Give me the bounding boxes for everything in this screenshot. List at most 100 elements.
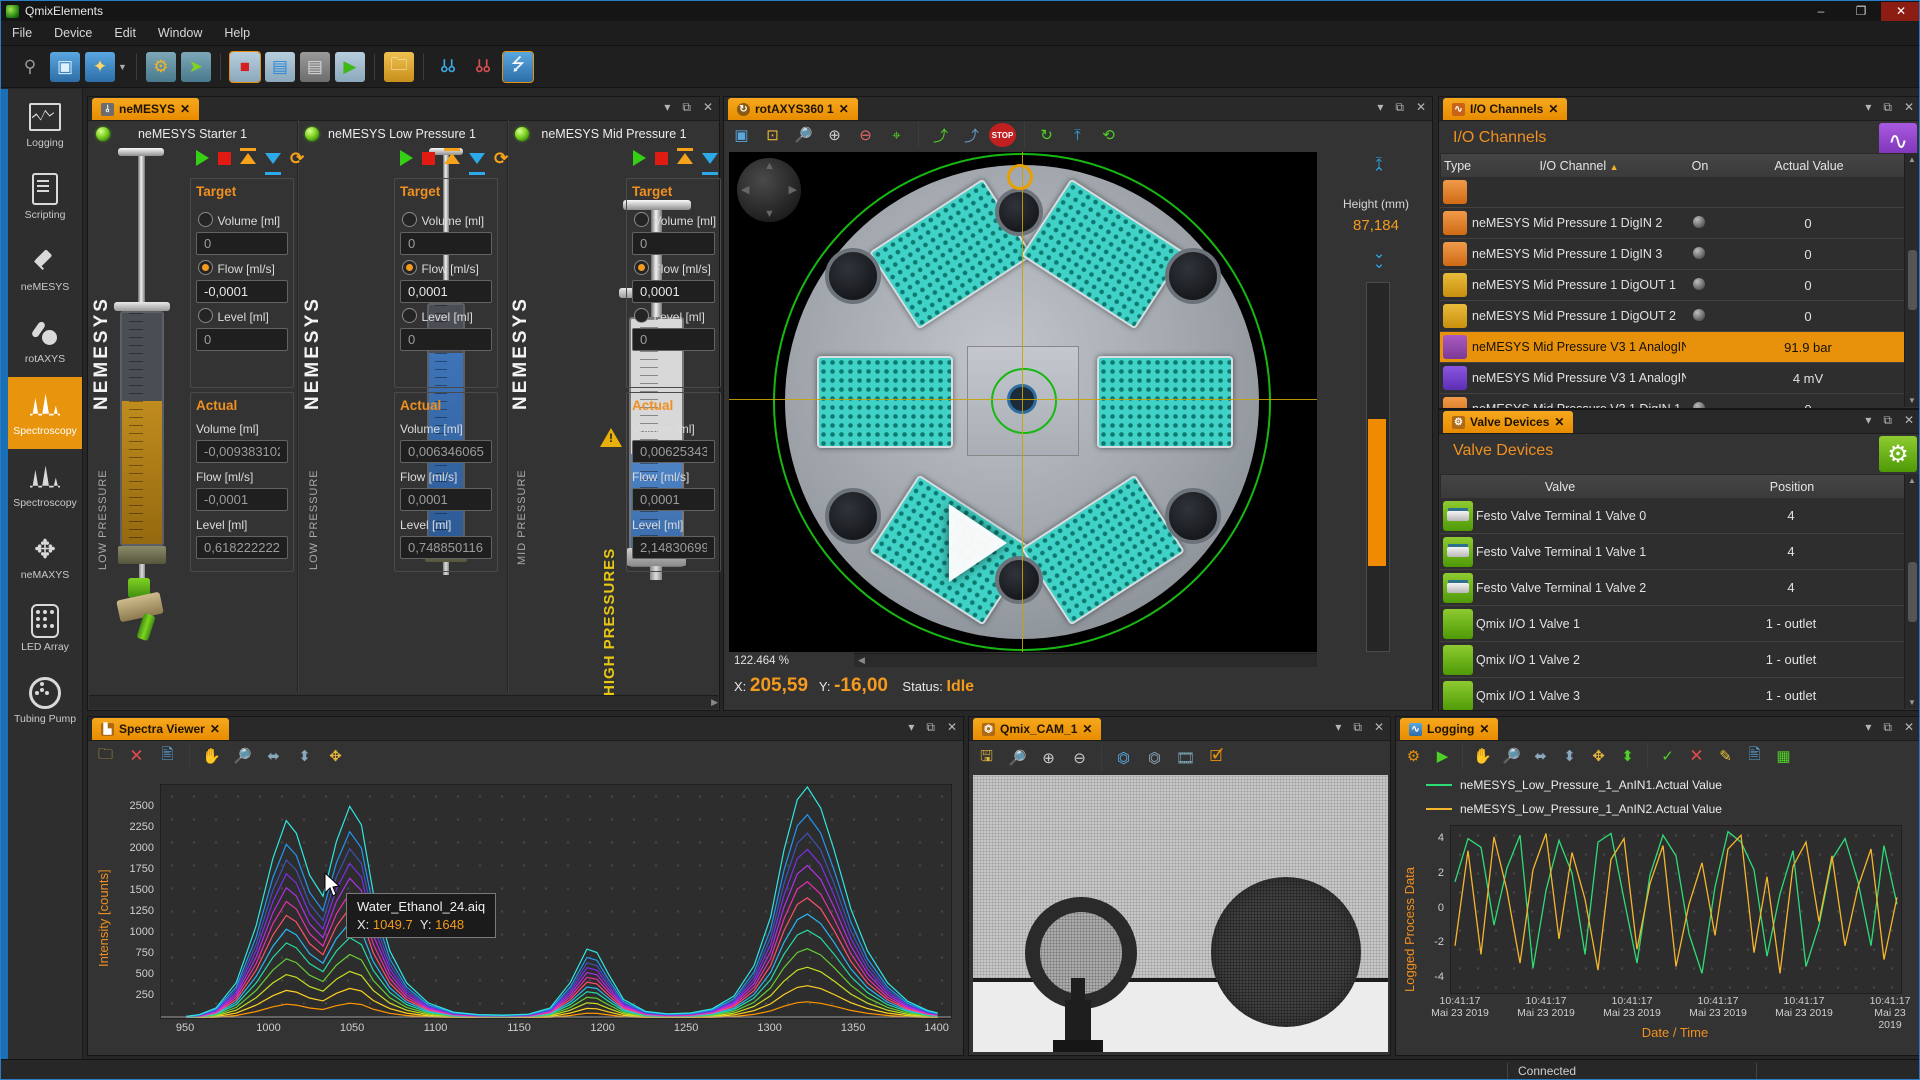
target-volume-radio[interactable]: Volume [ml] — [198, 212, 280, 230]
sidebar-item-spectroscopy-1[interactable]: Spectroscopy — [8, 377, 82, 449]
script-export-icon[interactable]: ➤ — [181, 52, 211, 82]
zoom-in-icon[interactable]: ⊕ — [821, 123, 848, 147]
col-type[interactable]: Type — [1441, 159, 1471, 173]
chevron-down-icon[interactable]: ▼ — [118, 62, 127, 72]
close-icon[interactable]: ✕ — [1548, 102, 1558, 116]
fit-all-icon[interactable]: ✥ — [1585, 744, 1612, 768]
refill-icon[interactable] — [677, 153, 693, 164]
empty-icon[interactable] — [265, 153, 281, 164]
sidebar-item-logging[interactable]: Logging — [8, 89, 82, 161]
move-to-position-icon[interactable]: ⌖ — [883, 123, 910, 147]
zoom-original-icon[interactable]: 🔎 — [1004, 746, 1031, 770]
table-row[interactable]: neMESYS Mid Pressure 1 DigIN 2 0 — [1440, 208, 1904, 239]
fit-height-icon[interactable]: ⬍ — [291, 744, 318, 768]
target-volume-input[interactable] — [196, 232, 288, 255]
target-flow-radio[interactable]: Flow [ml/s] — [634, 260, 711, 278]
window-buttons[interactable]: ▾⧉✕ — [664, 100, 713, 115]
window-buttons[interactable]: ▾⧉✕ — [1865, 720, 1914, 735]
empty-icon[interactable] — [702, 153, 718, 164]
target-level-radio[interactable]: Level [ml] — [402, 308, 473, 326]
fit-width-icon[interactable]: ⬌ — [260, 744, 287, 768]
maximize-button[interactable]: ❐ — [1841, 2, 1881, 21]
sidebar-item-tubing-pump[interactable]: Tubing Pump — [8, 665, 82, 737]
log-settings-icon[interactable]: ⚙ — [1400, 744, 1427, 768]
pan-hand-icon[interactable]: ✋ — [1469, 744, 1496, 768]
table-row[interactable]: neMESYS Mid Pressure 1 DigIN 3 0 — [1440, 239, 1904, 270]
vial-well[interactable] — [825, 248, 881, 304]
rotate-icon[interactable]: ↻ — [1033, 123, 1060, 147]
play-overlay-button[interactable] — [949, 504, 1007, 582]
close-icon[interactable]: ✕ — [210, 722, 220, 736]
zoom-in-icon[interactable]: ⊕ — [1035, 746, 1062, 770]
start-dosing-icon[interactable] — [196, 150, 209, 166]
table-row[interactable]: Qmix I/O 1 Valve 3 1 - outlet — [1440, 678, 1904, 710]
tab-logging[interactable]: ∿ Logging✕ — [1400, 718, 1498, 740]
tab-nemesys[interactable]: ⫰ neMESYS✕ — [92, 98, 199, 120]
sidebar-item-nemesys[interactable]: neMESYS — [8, 233, 82, 305]
select-positions-icon[interactable]: ⊡ — [759, 123, 786, 147]
script-config-icon[interactable]: ⚙ — [146, 52, 176, 82]
syringe-tool-blue-icon[interactable]: ⫰⫰ — [433, 52, 463, 82]
close-icon[interactable]: ✕ — [1554, 415, 1564, 429]
panel-view-icon[interactable]: ▣ — [728, 123, 755, 147]
script-stop-icon[interactable]: ■ — [230, 52, 260, 82]
layout-restore-icon[interactable]: ✦ — [85, 52, 115, 82]
stop-icon[interactable]: STOP — [989, 123, 1016, 147]
table-row[interactable]: Festo Valve Terminal 1 Valve 1 4 — [1440, 534, 1904, 570]
zoom-box-icon[interactable]: 🔎 — [1498, 744, 1525, 768]
sidebar-item-rotaxys[interactable]: rotAXYS — [8, 305, 82, 377]
camera-live-view[interactable] — [973, 775, 1388, 1052]
vial-well[interactable] — [825, 488, 881, 544]
target-flow-input[interactable] — [196, 280, 288, 303]
sidebar-item-nemaxys[interactable]: ✥ neMAXYS — [8, 521, 82, 593]
target-volume-radio[interactable]: Volume [ml] — [634, 212, 716, 230]
target-level-input[interactable] — [196, 328, 288, 351]
menu-device[interactable]: Device — [43, 23, 103, 43]
well-plate[interactable] — [817, 356, 953, 448]
add-path-green-icon[interactable]: ⤴ — [927, 123, 954, 147]
clear-chart-icon[interactable]: 🗙 — [1683, 744, 1710, 768]
zoom-out-icon[interactable]: ⊖ — [1066, 746, 1093, 770]
vertical-scrollbar[interactable]: ▲▼ — [1904, 474, 1919, 709]
zoom-out-icon[interactable]: ⊖ — [852, 123, 879, 147]
camera-settings-icon[interactable]: ⏣ — [1141, 746, 1168, 770]
table-row[interactable]: neMESYS Mid Pressure V3 1 AnalogIN 1 91.… — [1440, 332, 1904, 363]
menu-file[interactable]: File — [1, 23, 43, 43]
camera-capture-icon[interactable]: ⏣ — [1110, 746, 1137, 770]
table-row[interactable]: Qmix I/O 1 Valve 2 1 - outlet — [1440, 642, 1904, 678]
close-icon[interactable]: ✕ — [180, 102, 190, 116]
syringe-tool-red-icon[interactable]: ⫰⫰ — [468, 52, 498, 82]
on-led[interactable] — [1693, 278, 1705, 290]
open-folder-icon[interactable]: 🗀 — [92, 744, 119, 768]
logging-plot[interactable] — [1450, 825, 1902, 994]
script-edit-icon[interactable]: ▤ — [265, 52, 295, 82]
close-button[interactable]: ✕ — [1881, 2, 1920, 21]
turn-icon[interactable]: ⟲ — [1095, 123, 1122, 147]
spectra-plot[interactable] — [160, 784, 952, 1019]
export-chart-icon[interactable]: 🖹 — [154, 744, 181, 768]
target-flow-radio[interactable]: Flow [ml/s] — [198, 260, 275, 278]
edit-pencil-icon[interactable]: ✎ — [1712, 744, 1739, 768]
window-buttons[interactable]: ▾⧉✕ — [1865, 413, 1914, 428]
table-row[interactable]: neMESYS Mid Pressure V3 1 DigIN 1 0 — [1440, 394, 1904, 408]
tab-rotaxys360[interactable]: ↻ rotAXYS360 1✕ — [728, 98, 858, 120]
empty-icon[interactable] — [469, 153, 485, 164]
fit-height-icon[interactable]: ⬍ — [1556, 744, 1583, 768]
add-path-blue-icon[interactable]: ⤴ — [958, 123, 985, 147]
setup-wizard-icon[interactable]: ⭍ — [503, 52, 533, 82]
close-icon[interactable]: ✕ — [839, 102, 849, 116]
vertical-scrollbar[interactable]: ▲▼ — [1904, 153, 1919, 407]
tab-valve-devices[interactable]: ⚙ Valve Devices✕ — [1443, 411, 1573, 433]
close-icon[interactable]: ✕ — [1082, 722, 1092, 736]
navigation-pad[interactable]: ▲▼ ◀▶ — [737, 158, 801, 222]
start-dosing-icon[interactable] — [633, 150, 646, 166]
minimize-button[interactable]: – — [1801, 2, 1841, 21]
vial-well[interactable] — [1165, 248, 1221, 304]
col-actual-value[interactable]: Actual Value — [1713, 159, 1905, 173]
target-level-radio[interactable]: Level [ml] — [198, 308, 269, 326]
script-run-icon[interactable]: ▶ — [335, 52, 365, 82]
connect-device-icon[interactable]: ⚲ — [15, 52, 45, 82]
table-row[interactable]: neMESYS Mid Pressure 1 DigOUT 2 0 — [1440, 301, 1904, 332]
clear-chart-icon[interactable]: 🗙 — [123, 744, 150, 768]
refill-icon[interactable] — [240, 153, 256, 164]
